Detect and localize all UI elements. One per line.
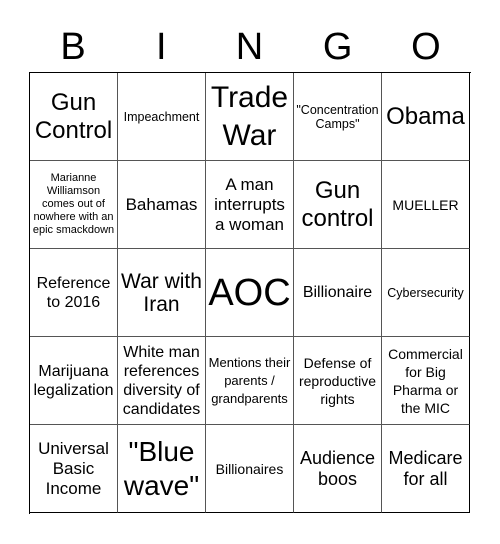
bingo-cell[interactable]: Medicare for all bbox=[382, 425, 470, 513]
cell-text: Impeachment bbox=[123, 109, 200, 124]
bingo-card-grid: Gun Control Impeachment Trade War "Conce… bbox=[29, 72, 471, 514]
cell-text: Obama bbox=[386, 102, 465, 130]
bingo-cell[interactable]: Mentions their parents / grandparents bbox=[206, 337, 294, 425]
cell-text: Trade War bbox=[210, 80, 289, 152]
cell-text: "Concentration Camps" bbox=[296, 102, 379, 131]
cell-text: A man interrupts a woman bbox=[214, 174, 285, 234]
bingo-cell[interactable]: Marijuana legalization bbox=[30, 337, 118, 425]
bingo-cell[interactable]: Gun Control bbox=[30, 73, 118, 161]
bingo-cell[interactable]: Commercial for Big Pharma or the MIC bbox=[382, 337, 470, 425]
bingo-cell[interactable]: Bahamas bbox=[118, 161, 206, 249]
bingo-cell[interactable]: White man references diversity of candid… bbox=[118, 337, 206, 425]
bingo-cell[interactable]: Reference to 2016 bbox=[30, 249, 118, 337]
bingo-cell[interactable]: Cybersecurity bbox=[382, 249, 470, 337]
cell-text: Universal Basic Income bbox=[38, 438, 109, 498]
bingo-cell[interactable]: War with Iran bbox=[118, 249, 206, 337]
bingo-header: B I N G O bbox=[29, 22, 470, 72]
cell-text: Reference to 2016 bbox=[36, 274, 111, 311]
cell-text: Marijuana legalization bbox=[33, 362, 114, 399]
cell-text: AOC bbox=[208, 271, 291, 314]
cell-text: Marianne Williamson comes out of nowhere… bbox=[32, 172, 115, 236]
header-letter-b: B bbox=[60, 26, 86, 68]
cell-text: Medicare for all bbox=[388, 447, 463, 489]
bingo-cell[interactable]: Gun control bbox=[294, 161, 382, 249]
cell-text: Defense of reproductive rights bbox=[298, 354, 377, 407]
cell-text: War with Iran bbox=[121, 269, 202, 316]
bingo-cell[interactable]: Billionaire bbox=[294, 249, 382, 337]
cell-text: Gun control bbox=[301, 176, 374, 232]
cell-text: Commercial for Big Pharma or the MIC bbox=[388, 345, 463, 416]
bingo-cell[interactable]: MUELLER bbox=[382, 161, 470, 249]
bingo-cell[interactable]: Defense of reproductive rights bbox=[294, 337, 382, 425]
header-letter-o: O bbox=[411, 26, 441, 68]
bingo-cell[interactable]: Audience boos bbox=[294, 425, 382, 513]
bingo-cell[interactable]: Obama bbox=[382, 73, 470, 161]
bingo-cell[interactable]: "Concentration Camps" bbox=[294, 73, 382, 161]
bingo-cell[interactable]: Trade War bbox=[206, 73, 294, 161]
bingo-cell[interactable]: Impeachment bbox=[118, 73, 206, 161]
bingo-cell[interactable]: Billionaires bbox=[206, 425, 294, 513]
bingo-cell[interactable]: AOC bbox=[206, 249, 294, 337]
cell-text: White man references diversity of candid… bbox=[122, 343, 201, 418]
cell-text: "Blue wave" bbox=[123, 435, 200, 501]
bingo-cell[interactable]: "Blue wave" bbox=[118, 425, 206, 513]
header-letter-n: N bbox=[235, 26, 264, 68]
cell-text: Billionaire bbox=[302, 284, 373, 301]
bingo-cell[interactable]: A man interrupts a woman bbox=[206, 161, 294, 249]
header-letter-i: I bbox=[156, 26, 167, 68]
cell-text: Billionaires bbox=[215, 460, 284, 477]
bingo-cell[interactable]: Universal Basic Income bbox=[30, 425, 118, 513]
cell-text: Mentions their parents / grandparents bbox=[208, 354, 291, 406]
cell-text: Gun Control bbox=[34, 88, 113, 144]
cell-text: Bahamas bbox=[125, 194, 198, 214]
cell-text: Cybersecurity bbox=[387, 285, 464, 300]
header-letter-g: G bbox=[322, 26, 353, 68]
cell-text: Audience boos bbox=[299, 447, 376, 489]
bingo-cell[interactable]: Marianne Williamson comes out of nowhere… bbox=[30, 161, 118, 249]
cell-text: MUELLER bbox=[392, 196, 459, 213]
